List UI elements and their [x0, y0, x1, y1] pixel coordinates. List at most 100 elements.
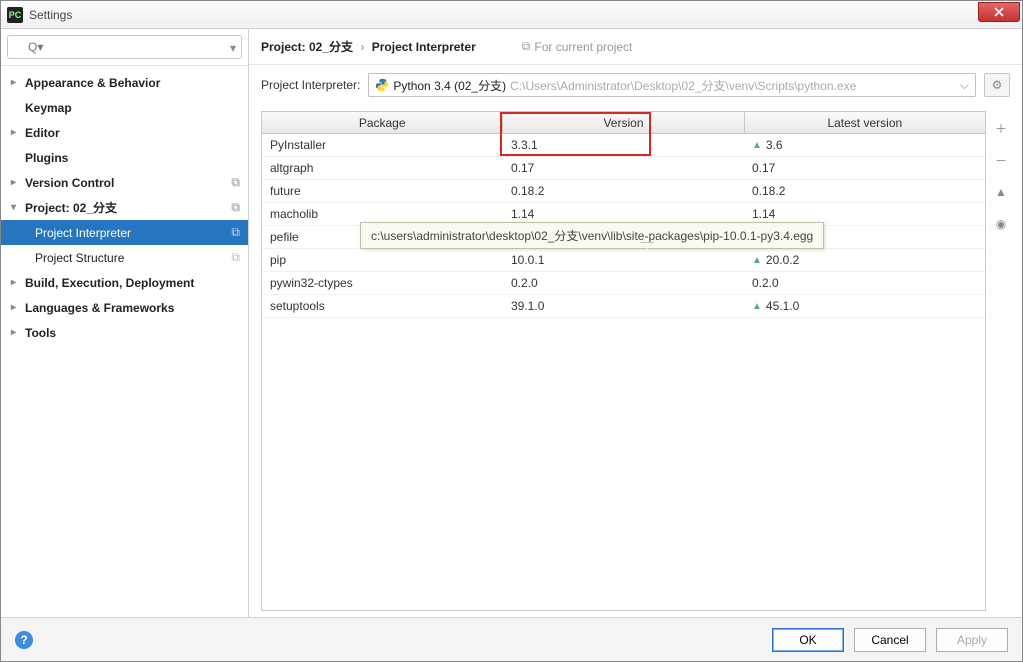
sidebar-item-project-02-[interactable]: Project: 02_分支⧉: [1, 195, 248, 220]
sidebar-item-plugins[interactable]: Plugins: [1, 145, 248, 170]
latest-value: 0.18.2: [752, 184, 785, 198]
breadcrumb-row: Project: 02_分支 › Project Interpreter ⧉ F…: [249, 29, 1022, 65]
titlebar: PC Settings: [1, 1, 1022, 29]
table-body[interactable]: PyInstaller3.3.1▲3.6altgraph0.170.17futu…: [262, 134, 985, 610]
sidebar-item-editor[interactable]: Editor: [1, 120, 248, 145]
ok-button[interactable]: OK: [772, 628, 844, 652]
settings-tree[interactable]: Appearance & Behavior Keymap Editor Plugins…: [1, 66, 248, 617]
packages-table: Package Version Latest version PyInstall…: [261, 111, 986, 611]
sidebar-item-label: Languages & Frameworks: [25, 301, 174, 315]
search-input[interactable]: [7, 35, 242, 59]
cell-latest: 0.17: [744, 161, 985, 175]
col-package[interactable]: Package: [262, 112, 503, 133]
close-icon: [994, 7, 1004, 17]
chevron-icon: [11, 177, 25, 188]
table-row[interactable]: setuptools39.1.0▲45.1.0: [262, 295, 985, 318]
sidebar-item-project-structure[interactable]: Project Structure ⧉: [1, 245, 248, 270]
remove-package-button[interactable]: －: [990, 149, 1012, 171]
sidebar-item-label: Keymap: [25, 101, 72, 115]
upgrade-available-icon: ▲: [752, 301, 762, 312]
cell-latest: ▲45.1.0: [744, 299, 985, 313]
cell-package: PyInstaller: [262, 138, 503, 152]
latest-value: 3.6: [766, 138, 783, 152]
copy-icon: ⧉: [231, 200, 240, 215]
breadcrumb-page: Project Interpreter: [372, 40, 476, 54]
close-button[interactable]: [978, 2, 1020, 22]
copy-icon: ⧉: [231, 250, 240, 265]
help-button[interactable]: ?: [15, 631, 33, 649]
main-area: ⌕ ▾ Appearance & Behavior Keymap Editor Plu…: [1, 29, 1022, 617]
table-row[interactable]: pip10.0.1 ▲ 20.0.2: [262, 249, 985, 272]
table-row[interactable]: pywin32-ctypes0.2.00.2.0: [262, 272, 985, 295]
latest-value: 20.0.2: [766, 253, 799, 267]
upgrade-available-icon: ▲: [752, 255, 762, 266]
interpreter-name: Python 3.4 (02_分支): [393, 77, 506, 94]
table-row[interactable]: PyInstaller3.3.1 ▲ 3.6: [262, 134, 985, 157]
chevron-icon: [11, 327, 25, 338]
window-title: Settings: [29, 8, 72, 22]
cell-version: 39.1.0: [503, 299, 744, 313]
search-wrap: ⌕ ▾: [1, 29, 248, 66]
upgrade-available-icon: ▲: [752, 140, 762, 151]
cell-package: macholib: [262, 207, 503, 221]
cell-version: 3.3.1: [503, 138, 744, 152]
show-early-releases-button[interactable]: ◉: [990, 213, 1012, 235]
copy-icon: ⧉: [231, 225, 240, 240]
table-row[interactable]: altgraph0.170.17: [262, 157, 985, 180]
chevron-down-icon[interactable]: ▾: [230, 41, 236, 55]
footer: ? OK Cancel Apply: [1, 617, 1022, 661]
sidebar: ⌕ ▾ Appearance & Behavior Keymap Editor Plu…: [1, 29, 249, 617]
breadcrumb-sep: ›: [360, 40, 364, 54]
cell-package: pip: [262, 253, 503, 267]
sidebar-item-label: Tools: [25, 326, 56, 340]
sidebar-item-label: Plugins: [25, 151, 68, 165]
side-buttons: ＋ － ▲ ◉: [986, 111, 1016, 611]
sidebar-item-label: Editor: [25, 126, 60, 140]
table-row[interactable]: future0.18.20.18.2: [262, 180, 985, 203]
cell-latest: ▲ 20.0.2: [744, 253, 985, 267]
interpreter-row: Project Interpreter: Python 3.4 (02_分支) …: [249, 65, 1022, 105]
chevron-icon: [11, 277, 25, 288]
sidebar-item-languages-frameworks[interactable]: Languages & Frameworks: [1, 295, 248, 320]
copy-icon: ⧉: [231, 175, 240, 190]
sidebar-item-label: Project Structure: [35, 251, 124, 265]
sidebar-item-build-execution-deployment[interactable]: Build, Execution, Deployment: [1, 270, 248, 295]
interpreter-settings-button[interactable]: ⚙: [984, 73, 1010, 97]
sidebar-item-appearance-behavior[interactable]: Appearance & Behavior: [1, 70, 248, 95]
chevron-down-icon: ⌵: [960, 78, 969, 93]
app-icon: PC: [7, 7, 23, 23]
latest-value: 1.14: [752, 207, 775, 221]
cell-package: pywin32-ctypes: [262, 276, 503, 290]
packages-area: Package Version Latest version PyInstall…: [249, 105, 1022, 617]
sidebar-item-label: Build, Execution, Deployment: [25, 276, 194, 290]
eye-icon: ◉: [996, 217, 1006, 231]
up-arrow-icon: ▲: [995, 185, 1007, 199]
plus-icon: ＋: [995, 120, 1007, 137]
col-latest[interactable]: Latest version: [745, 112, 985, 133]
cell-version: 1.14: [503, 207, 744, 221]
chevron-icon: [11, 202, 25, 213]
apply-button[interactable]: Apply: [936, 628, 1008, 652]
for-current-project: ⧉ For current project: [522, 39, 633, 54]
latest-value: 0.17: [752, 161, 775, 175]
sidebar-item-tools[interactable]: Tools: [1, 320, 248, 345]
interpreter-combo[interactable]: Python 3.4 (02_分支) C:\Users\Administrato…: [368, 73, 976, 97]
for-current-project-label: For current project: [534, 40, 632, 54]
sidebar-item-version-control[interactable]: Version Control⧉: [1, 170, 248, 195]
sidebar-item-keymap[interactable]: Keymap: [1, 95, 248, 120]
gear-icon: ⚙: [992, 78, 1003, 92]
cell-version: 10.0.1: [503, 253, 744, 267]
python-icon: [375, 78, 389, 92]
help-icon: ?: [20, 633, 27, 647]
copy-icon: ⧉: [522, 39, 531, 54]
sidebar-item-project-interpreter[interactable]: Project Interpreter⧉: [1, 220, 248, 245]
add-package-button[interactable]: ＋: [990, 117, 1012, 139]
sidebar-item-label: Appearance & Behavior: [25, 76, 160, 90]
cell-latest: ▲ 3.6: [744, 138, 985, 152]
content-pane: Project: 02_分支 › Project Interpreter ⧉ F…: [249, 29, 1022, 617]
col-version[interactable]: Version: [503, 112, 744, 133]
upgrade-package-button[interactable]: ▲: [990, 181, 1012, 203]
cell-package: setuptools: [262, 299, 503, 313]
cell-version: 0.17: [503, 161, 744, 175]
cancel-button[interactable]: Cancel: [854, 628, 926, 652]
